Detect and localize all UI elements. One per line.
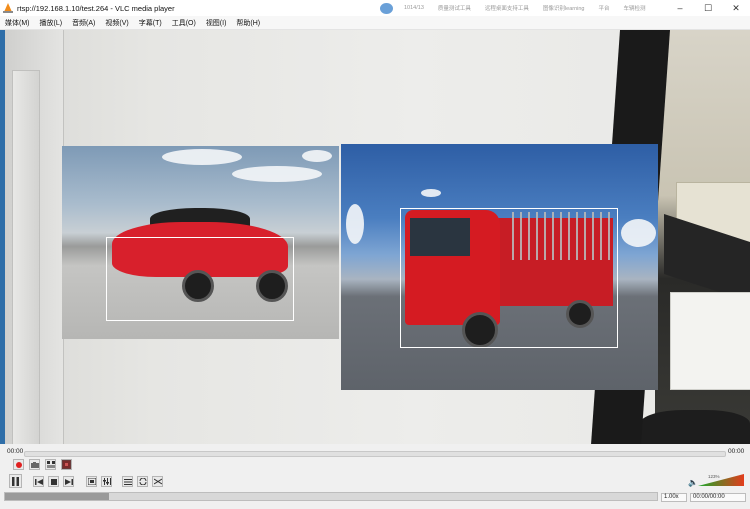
vlc-cone-icon [3, 3, 13, 13]
menu-playback[interactable]: 播放(L) [35, 18, 68, 28]
next-icon [64, 478, 73, 485]
previous-button[interactable] [33, 476, 44, 487]
maximize-button[interactable]: ☐ [694, 0, 722, 16]
record-button[interactable] [13, 459, 24, 470]
video-display[interactable] [0, 30, 750, 444]
menu-audio[interactable]: 音频(A) [67, 18, 100, 28]
cloud [302, 150, 332, 162]
background-tabs: 1014/13 质量测试工具 远程桌面支持工具 图像识别learning 平台 … [380, 1, 653, 15]
previous-icon [34, 478, 43, 485]
window-title: rtsp://192.168.1.10/test.264 - VLC media… [17, 3, 175, 13]
loop-icon [139, 478, 146, 485]
buffer-progress-fill [5, 493, 110, 500]
menu-view[interactable]: 视图(I) [201, 18, 232, 28]
pause-icon [12, 476, 19, 486]
shuffle-icon [153, 478, 162, 485]
cloud [162, 149, 242, 165]
cloud [232, 166, 322, 182]
browser-back-icon [380, 2, 393, 14]
cloud [421, 189, 441, 197]
background-tab: 车辆检测 [623, 6, 646, 12]
menu-media[interactable]: 媒体(M) [0, 18, 35, 28]
menu-video[interactable]: 视频(V) [100, 18, 133, 28]
video-device-white [670, 292, 750, 390]
loop-ab-icon [46, 461, 55, 468]
elapsed-time: 00:00 [7, 448, 24, 455]
record-icon [15, 461, 22, 468]
window-controls: – ☐ ✕ [666, 0, 750, 16]
background-tab: 平台 [598, 6, 610, 12]
snapshot-button[interactable] [29, 459, 40, 470]
extended-settings-icon [102, 478, 111, 485]
car-detection-box [106, 237, 294, 321]
background-tab: 图像识别learning [542, 6, 585, 12]
background-tab: 1014/13 [404, 5, 424, 11]
next-button[interactable] [63, 476, 74, 487]
truck-detection-box [400, 208, 618, 348]
cloud [346, 204, 364, 244]
loop-ab-button[interactable] [45, 459, 56, 470]
playback-speed[interactable]: 1.00x [661, 493, 687, 502]
video-left-panel-inner [12, 70, 40, 444]
menu-subtitle[interactable]: 字幕(T) [134, 18, 167, 28]
pause-button[interactable] [9, 474, 22, 488]
close-button[interactable]: ✕ [722, 0, 750, 16]
minimize-button[interactable]: – [666, 0, 694, 16]
volume-slider[interactable] [698, 474, 744, 486]
speaker-icon[interactable]: 🔈 [688, 478, 698, 487]
shuffle-button[interactable] [152, 476, 163, 487]
snapshot-icon [30, 461, 39, 468]
stop-icon [50, 478, 57, 485]
volume-level [698, 474, 744, 486]
fullscreen-icon [87, 478, 96, 485]
frame-step-icon [63, 461, 70, 468]
background-tab: 质量测试工具 [437, 6, 471, 12]
frame-step-button[interactable] [61, 459, 72, 470]
menu-tools[interactable]: 工具(O) [167, 18, 201, 28]
seek-bar[interactable] [24, 451, 726, 457]
extended-settings-button[interactable] [101, 476, 112, 487]
title-bar: rtsp://192.168.1.10/test.264 - VLC media… [0, 0, 750, 17]
total-time: 00:00 [728, 448, 745, 455]
loop-button[interactable] [137, 476, 148, 487]
background-tab: 远程桌面支持工具 [484, 6, 529, 12]
fullscreen-button[interactable] [86, 476, 97, 487]
buffer-progress-bar[interactable] [4, 492, 658, 501]
video-cables [640, 410, 750, 444]
cloud [621, 219, 656, 247]
playlist-icon [123, 478, 132, 485]
menu-bar: 媒体(M) 播放(L) 音频(A) 视频(V) 字幕(T) 工具(O) 视图(I… [0, 16, 750, 30]
stop-button[interactable] [48, 476, 59, 487]
time-display[interactable]: 00:00/00:00 [690, 493, 746, 502]
playlist-button[interactable] [122, 476, 133, 487]
menu-help[interactable]: 帮助(H) [231, 18, 265, 28]
